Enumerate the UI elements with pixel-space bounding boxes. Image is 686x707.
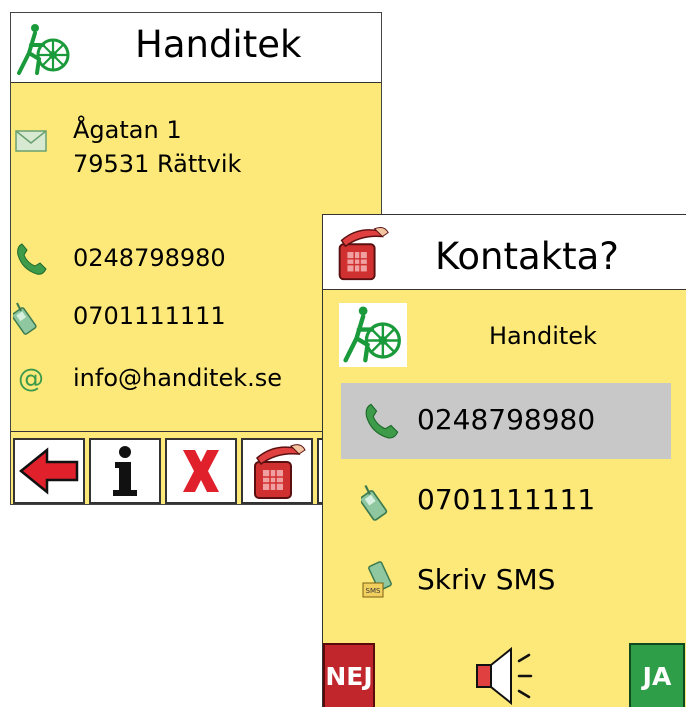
red-phone-icon	[254, 444, 306, 499]
option-call-mobile[interactable]: 0701111111	[341, 463, 671, 539]
option-label: Skriv SMS	[417, 563, 556, 596]
address-line2: 79531 Rättvik	[73, 150, 242, 178]
envelope-icon	[15, 130, 47, 152]
mobile-phone-icon	[13, 302, 37, 335]
red-arrow-left-icon	[19, 447, 79, 495]
dialog-contact: Handitek	[323, 297, 686, 377]
call-button[interactable]	[241, 438, 313, 504]
contact-title: Handitek	[135, 23, 302, 66]
phone-icon	[17, 243, 47, 275]
contact-header: Handitek	[11, 13, 381, 83]
sms-icon: SMS	[362, 561, 392, 598]
dialog-header: Kontakta?	[323, 215, 686, 290]
green-phone-icon	[365, 403, 399, 439]
contact-name: Handitek	[489, 322, 597, 350]
yes-label: JA	[642, 661, 672, 691]
no-label: NEJ	[325, 661, 373, 691]
option-label: 0701111111	[417, 483, 596, 516]
email-address: info@handitek.se	[73, 364, 283, 392]
svg-text:SMS: SMS	[366, 587, 381, 595]
handitek-logo-icon	[17, 24, 70, 75]
contact-dialog: Kontakta? Handitek 0248798980 0701111111…	[322, 214, 686, 707]
contact-logo	[339, 303, 407, 367]
info-icon	[113, 446, 137, 496]
at-sign-icon: @	[18, 364, 44, 394]
dialog-title: Kontakta?	[435, 235, 619, 278]
option-label: 0248798980	[417, 403, 596, 436]
mobile-phone-icon	[361, 484, 388, 521]
no-button[interactable]: NEJ	[323, 643, 375, 707]
speaker-icon	[476, 646, 533, 706]
handitek-logo-icon	[343, 306, 401, 363]
delete-button[interactable]	[165, 438, 237, 504]
yes-button[interactable]: JA	[629, 643, 685, 707]
back-button[interactable]	[13, 438, 85, 504]
option-write-sms[interactable]: SMS Skriv SMS	[341, 543, 671, 619]
mobile-number: 0701111111	[73, 302, 226, 330]
red-x-icon	[183, 450, 219, 492]
speaker-button[interactable]	[473, 643, 537, 707]
option-call-phone[interactable]: 0248798980	[341, 383, 671, 459]
info-button[interactable]	[89, 438, 161, 504]
phone-number: 0248798980	[73, 244, 226, 272]
address-line1: Ågatan 1	[73, 116, 182, 144]
red-phone-icon	[338, 226, 389, 281]
